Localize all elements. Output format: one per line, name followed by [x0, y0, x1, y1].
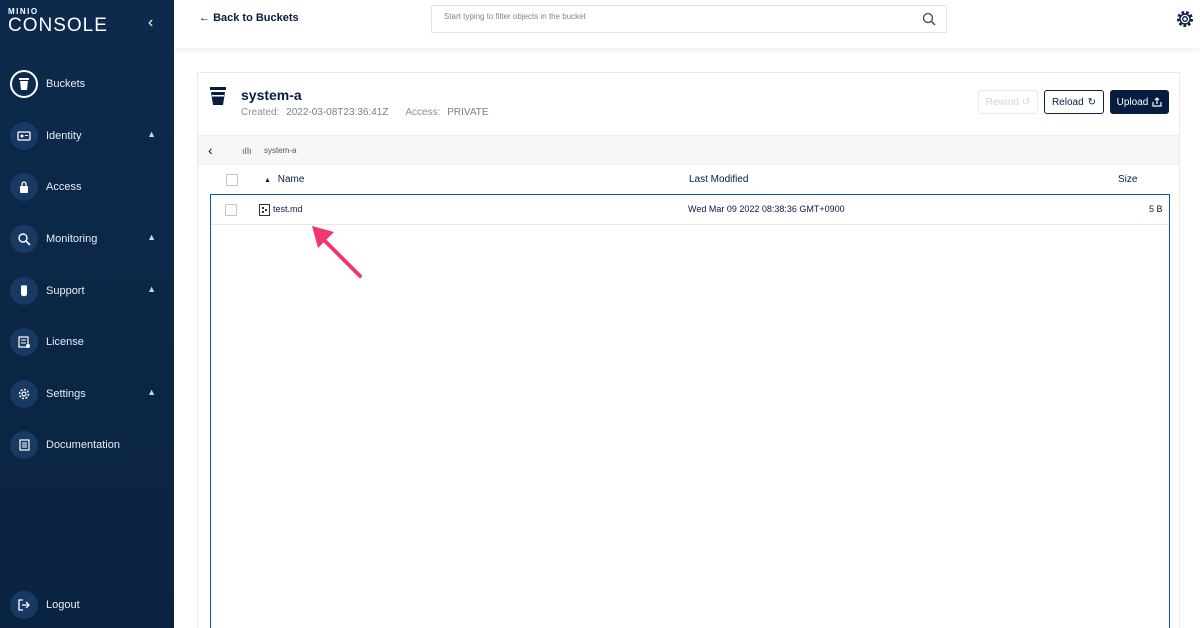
sidebar-item-label: Documentation: [46, 439, 120, 451]
search-icon[interactable]: [922, 12, 936, 26]
rewind-icon: ↺: [1021, 96, 1031, 108]
sidebar: MINIO CONSOLE ‹ Buckets Identity ▲ Acces…: [0, 0, 174, 628]
back-label: Back to Buckets: [213, 12, 299, 24]
sidebar-item-access[interactable]: Access: [8, 167, 168, 207]
bucket-icon: [210, 87, 226, 105]
sidebar-item-label: Support: [46, 285, 85, 297]
bucket-icon: [10, 70, 38, 98]
upload-button[interactable]: Upload: [1110, 90, 1169, 114]
bucket-title: system-a: [241, 87, 302, 103]
sidebar-item-monitoring[interactable]: Monitoring ▲: [8, 219, 168, 259]
sidebar-item-settings[interactable]: Settings ▲: [8, 374, 168, 414]
chevron-up-icon: ▲: [147, 129, 156, 139]
minio-console-logo[interactable]: MINIO CONSOLE: [8, 8, 108, 36]
sidebar-item-buckets[interactable]: Buckets: [8, 64, 168, 104]
lock-icon: [10, 173, 38, 201]
object-name: test.md: [273, 204, 303, 214]
object-size: 5 B: [1149, 204, 1163, 214]
created-label: Created:: [241, 107, 280, 118]
sidebar-item-license[interactable]: License: [8, 322, 168, 362]
object-last-modified: Wed Mar 09 2022 08:38:36 GMT+0900: [688, 204, 845, 214]
sidebar-item-label: Access: [46, 181, 82, 193]
arrow-left-icon: ←: [199, 12, 210, 24]
search-input[interactable]: [444, 12, 904, 21]
bucket-meta: Created: 2022-03-08T23:36:41Z Access: PR…: [241, 107, 489, 118]
reload-label: Reload: [1051, 96, 1084, 108]
reload-button[interactable]: Reload ↻: [1044, 90, 1104, 114]
sidebar-item-identity[interactable]: Identity ▲: [8, 116, 168, 156]
select-all-checkbox[interactable]: [226, 174, 238, 186]
sidebar-item-label: Monitoring: [46, 233, 98, 245]
rewind-label: Rewind: [985, 96, 1019, 108]
license-icon: [10, 328, 38, 356]
search-box: [431, 5, 947, 33]
collapse-sidebar-chevron-icon[interactable]: ‹: [148, 14, 162, 32]
column-name-header[interactable]: ▲ Name: [264, 174, 304, 185]
top-header: ← Back to Buckets: [174, 0, 1200, 48]
annotation-arrow-icon: [312, 226, 362, 278]
logout-icon: [10, 591, 38, 619]
chevron-up-icon: ▲: [147, 232, 156, 242]
identity-icon: [10, 122, 38, 150]
sidebar-item-label: Buckets: [46, 78, 86, 90]
upload-icon: [1152, 97, 1162, 107]
back-to-buckets-link[interactable]: ← Back to Buckets: [199, 12, 299, 24]
gear-icon: [10, 380, 38, 408]
chevron-up-icon: ▲: [147, 284, 156, 294]
logout-label: Logout: [46, 599, 80, 611]
chevron-left-icon[interactable]: ‹: [208, 142, 213, 158]
column-size-header[interactable]: Size: [1118, 174, 1137, 185]
upload-label: Upload: [1116, 96, 1149, 108]
sort-asc-icon: ▲: [264, 177, 271, 184]
documentation-icon: [10, 431, 38, 459]
bucket-browser-panel: system-a Created: 2022-03-08T23:36:41Z A…: [197, 72, 1180, 628]
breadcrumb-item-bucket[interactable]: system-a: [264, 146, 296, 155]
sidebar-item-label: License: [46, 336, 84, 348]
settings-gear-icon[interactable]: [1174, 8, 1196, 30]
column-last-modified-header[interactable]: Last Modified: [689, 174, 748, 185]
logo-bottom-text: CONSOLE: [8, 15, 108, 36]
sidebar-item-documentation[interactable]: Documentation: [8, 425, 168, 465]
access-label: Access:: [405, 107, 441, 118]
sidebar-item-label: Identity: [46, 130, 82, 142]
bucket-path-icon: ıIlı: [242, 146, 252, 156]
breadcrumb: ‹ ıIlı system-a: [198, 135, 1179, 165]
access-value: PRIVATE: [447, 107, 489, 118]
table-header: ▲ Name Last Modified Size: [198, 166, 1179, 194]
file-icon: [259, 204, 270, 216]
support-icon: [10, 277, 38, 305]
refresh-icon: ↻: [1087, 96, 1097, 108]
logout-button[interactable]: Logout: [8, 590, 168, 620]
created-value: 2022-03-08T23:36:41Z: [286, 107, 389, 118]
row-checkbox[interactable]: [225, 204, 237, 216]
sidebar-item-label: Settings: [46, 388, 86, 400]
monitoring-icon: [10, 225, 38, 253]
chevron-up-icon: ▲: [147, 387, 156, 397]
sidebar-item-support[interactable]: Support ▲: [8, 271, 168, 311]
rewind-button[interactable]: Rewind ↺: [978, 90, 1038, 114]
